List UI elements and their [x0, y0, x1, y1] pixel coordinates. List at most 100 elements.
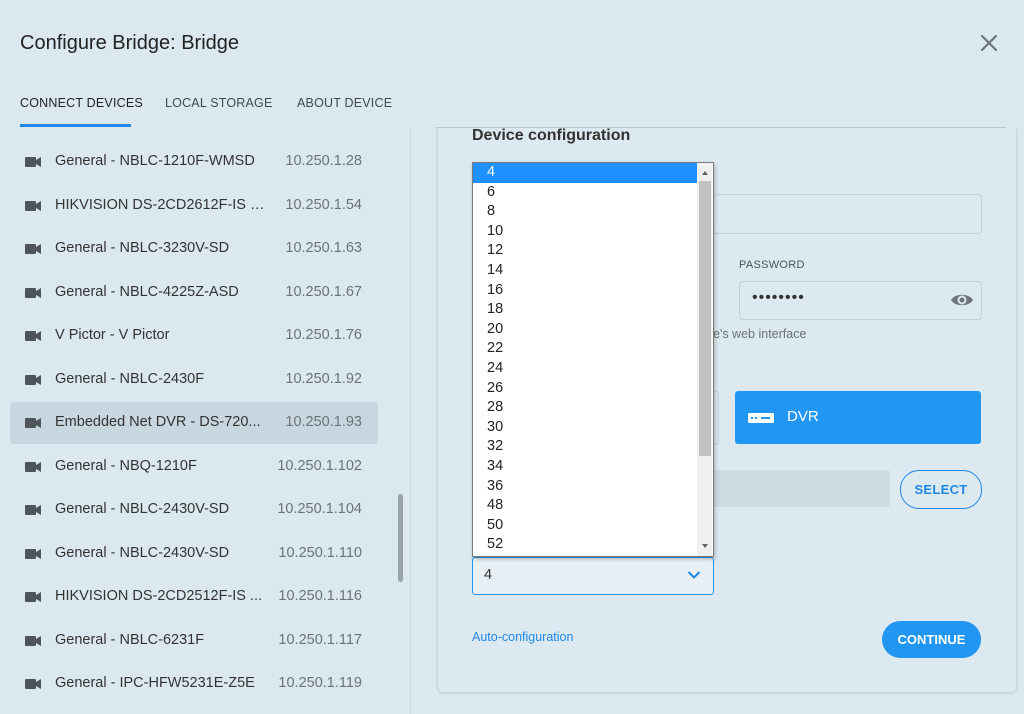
dropdown-option[interactable]: 20 — [473, 320, 697, 340]
device-ip: 10.250.1.110 — [278, 544, 362, 561]
device-row[interactable]: Embedded Net DVR - DS-720... 10.250.1.93 — [10, 402, 378, 444]
device-row[interactable]: General - NBLC-2430V-SD 10.250.1.104 — [10, 489, 378, 531]
video-camera-icon — [25, 418, 41, 428]
device-name: General - NBLC-6231F — [55, 631, 205, 648]
device-ip: 10.250.1.93 — [285, 414, 362, 430]
device-row[interactable]: General - NBQ-1210F 10.250.1.102 — [10, 446, 378, 488]
dvr-icon — [748, 413, 774, 423]
active-tab-indicator — [20, 124, 131, 127]
dvr-type-button[interactable]: DVR — [735, 391, 981, 444]
video-camera-icon — [25, 548, 41, 559]
video-camera-icon — [25, 592, 41, 602]
device-row[interactable]: General - IPC-HFW5231E-Z5E 10.250.1.119 — [10, 663, 378, 705]
password-label: PASSWORD — [739, 259, 805, 271]
scroll-down-arrow-icon[interactable] — [700, 542, 710, 550]
device-list-scrollbar[interactable] — [398, 494, 403, 582]
dropdown-option[interactable]: 12 — [473, 241, 697, 261]
tab-connect-devices[interactable]: CONNECT DEVICES — [20, 90, 143, 128]
device-ip: 10.250.1.76 — [285, 327, 362, 343]
device-list: General - NBLC-1210F-WMSD 10.250.1.28 HIKV… — [0, 140, 410, 714]
dropdown-option[interactable]: 22 — [473, 339, 697, 359]
device-name: General - NBLC-3230V-SD — [55, 240, 230, 256]
device-name: General - IPC-HFW5231E-Z5E — [55, 675, 255, 691]
device-ip: 10.250.1.63 — [285, 240, 362, 256]
device-ip: 10.250.1.104 — [277, 501, 362, 517]
device-ip: 10.250.1.28 — [285, 153, 362, 169]
device-ip: 10.250.1.54 — [285, 196, 362, 213]
video-camera-icon — [25, 157, 41, 167]
dropdown-option[interactable]: 52 — [473, 535, 697, 555]
device-name: HIKVISION DS-2CD2612F-IS - ... — [55, 196, 267, 213]
select-button[interactable]: SELECT — [900, 470, 982, 509]
dropdown-option[interactable]: 28 — [473, 398, 697, 418]
video-camera-icon — [25, 635, 41, 646]
dropdown-option[interactable]: 10 — [473, 222, 697, 242]
hint-text: e's web interface — [713, 327, 807, 341]
auto-configuration-link[interactable]: Auto-configuration — [472, 630, 573, 644]
device-name: HIKVISION DS-2CD2512F-IS ... — [55, 588, 263, 604]
scroll-up-arrow-icon[interactable] — [700, 169, 710, 177]
video-camera-icon — [25, 505, 41, 515]
device-row[interactable]: HIKVISION DS-2CD2512F-IS ... 10.250.1.116 — [10, 576, 378, 618]
device-row[interactable]: General - NBLC-2430F 10.250.1.92 — [10, 359, 378, 401]
dropdown-option[interactable]: 6 — [473, 183, 697, 203]
device-name: V Pictor - V Pictor — [55, 327, 170, 343]
video-camera-icon — [25, 331, 41, 341]
device-ip: 10.250.1.119 — [278, 675, 362, 691]
list-divider — [410, 128, 411, 714]
close-button[interactable] — [976, 30, 1002, 56]
dropdown-option[interactable]: 32 — [473, 437, 697, 457]
eye-icon[interactable] — [949, 290, 975, 310]
device-row[interactable]: General - NBLC-2430V-SD 10.250.1.110 — [10, 533, 378, 575]
dropdown-option[interactable]: 8 — [473, 202, 697, 222]
dropdown-option[interactable]: 16 — [473, 281, 697, 301]
password-value: •••••••• — [752, 289, 805, 306]
dropdown-scrollbar-thumb[interactable] — [699, 181, 711, 456]
dropdown-option[interactable]: 18 — [473, 300, 697, 320]
device-ip: 10.250.1.67 — [285, 283, 362, 300]
device-row[interactable]: General - NBLC-6231F 10.250.1.117 — [10, 620, 378, 662]
dropdown-option[interactable]: 34 — [473, 457, 697, 477]
chevron-down-icon — [687, 571, 701, 579]
dropdown-option[interactable]: 26 — [473, 379, 697, 399]
video-camera-icon — [25, 679, 41, 689]
device-ip: 10.250.1.116 — [278, 588, 362, 604]
channels-select[interactable]: 4 — [472, 557, 714, 595]
device-name: Embedded Net DVR - DS-720... — [55, 414, 261, 430]
continue-button[interactable]: CONTINUE — [882, 621, 981, 658]
dropdown-option[interactable]: 30 — [473, 418, 697, 438]
video-camera-icon — [25, 287, 41, 298]
storage-path-input[interactable] — [713, 470, 890, 507]
device-row[interactable]: General - NBLC-1210F-WMSD 10.250.1.28 — [10, 141, 378, 183]
device-ip: 10.250.1.117 — [278, 631, 362, 648]
device-ip: 10.250.1.92 — [285, 370, 362, 387]
device-row[interactable]: V Pictor - V Pictor 10.250.1.76 — [10, 315, 378, 357]
dialog-title: Configure Bridge: Bridge — [20, 32, 240, 54]
video-camera-icon — [25, 200, 41, 211]
tab-local-storage[interactable]: LOCAL STORAGE — [165, 90, 273, 128]
dropdown-option[interactable]: 50 — [473, 516, 697, 536]
device-name: General - NBLC-2430V-SD — [55, 501, 230, 517]
close-icon — [980, 34, 998, 52]
device-name: General - NBLC-1210F-WMSD — [55, 153, 255, 169]
address-input[interactable] — [713, 194, 982, 234]
device-name: General - NBQ-1210F — [55, 457, 197, 474]
device-row[interactable]: General - NBLC-3230V-SD 10.250.1.63 — [10, 228, 378, 270]
dvr-label: DVR — [787, 408, 819, 425]
section-title: Device configuration — [472, 127, 631, 144]
device-row[interactable]: General - NBLC-4225Z-ASD 10.250.1.67 — [10, 272, 378, 314]
dropdown-option[interactable]: 4 — [473, 163, 697, 183]
video-camera-icon — [25, 461, 41, 472]
dropdown-option[interactable]: 24 — [473, 359, 697, 379]
channels-dropdown-list: 52 50 48 36 34 32 30 28 26 24 22 20 18 16 14 12 10 8 6 4 — [472, 162, 714, 557]
device-row[interactable]: HIKVISION DS-2CD2612F-IS - ... 10.250.1.5… — [10, 185, 378, 227]
device-name: General - NBLC-2430F — [55, 370, 205, 387]
tab-about-device[interactable]: ABOUT DEVICE — [297, 90, 392, 128]
channels-value: 4 — [484, 567, 493, 583]
device-name: General - NBLC-2430V-SD — [55, 544, 230, 561]
dropdown-option[interactable]: 48 — [473, 496, 697, 516]
dropdown-option[interactable]: 14 — [473, 261, 697, 281]
video-camera-icon — [25, 244, 41, 254]
dropdown-option[interactable]: 36 — [473, 477, 697, 497]
video-camera-icon — [25, 374, 41, 385]
